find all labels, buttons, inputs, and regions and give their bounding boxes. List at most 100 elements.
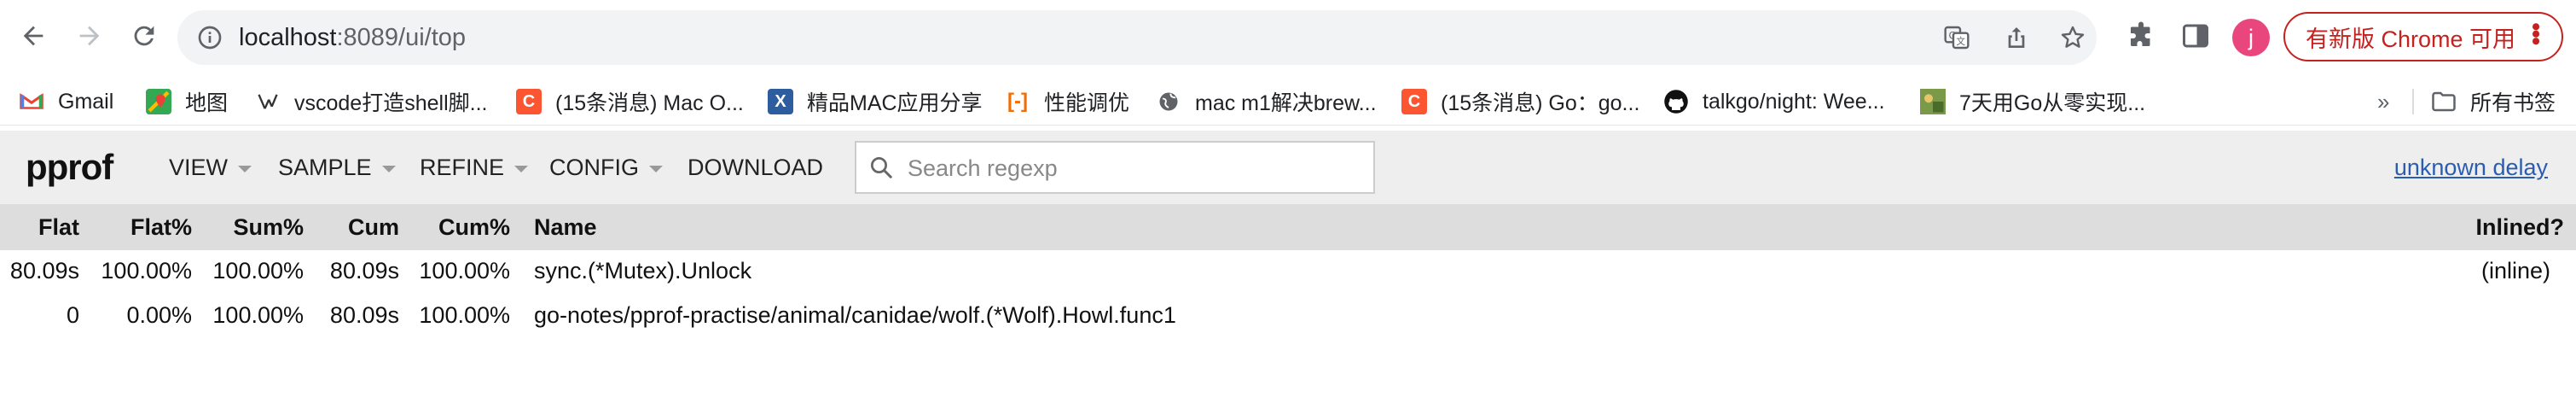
table-row[interactable]: 80.09s 100.00% 100.00% 80.09s 100.00% sy… <box>0 248 2576 293</box>
caret-down-icon <box>514 165 529 172</box>
bookmark-vscode-shell[interactable]: vscode打造shell脚... <box>255 79 487 125</box>
globe-icon <box>1156 89 1181 114</box>
search-icon <box>871 157 892 178</box>
url-path: :8089/ui/top <box>336 24 467 51</box>
cell-flat: 80.09s <box>9 258 79 283</box>
cell-name: sync.(*Mutex).Unlock <box>534 258 752 283</box>
table-row[interactable]: 0 0.00% 100.00% 80.09s 100.00% go-notes/… <box>0 293 2576 337</box>
table-header: Flat Flat% Sum% Cum Cum% Name Inlined? <box>0 204 2576 250</box>
bookmark-label: 地图 <box>185 91 229 115</box>
site-info-icon[interactable] <box>196 24 223 51</box>
gmail-icon <box>19 89 44 114</box>
more-bookmarks-button[interactable]: » <box>2377 79 2389 125</box>
search-box <box>855 141 1375 194</box>
cell-cum-pct: 100.00% <box>419 302 510 328</box>
caret-down-icon <box>381 165 396 172</box>
translate-icon[interactable]: G 文 <box>1943 24 1970 51</box>
url-text[interactable]: localhost:8089/ui/top <box>239 10 466 65</box>
cell-flat-pct: 100.00% <box>101 258 192 283</box>
forward-button[interactable] <box>70 16 109 56</box>
back-button[interactable] <box>14 16 53 56</box>
menu-refine[interactable]: REFINE <box>420 131 529 204</box>
search-input[interactable] <box>906 143 1370 194</box>
bookmarks-bar: Gmail 地图 vscode打造shell脚... C (15条消息) Mac … <box>0 79 2576 126</box>
back-arrow-icon <box>23 26 44 46</box>
share-icon[interactable] <box>2003 24 2030 51</box>
cell-cum: 80.09s <box>329 302 399 328</box>
perf-icon: [-] <box>1007 90 1028 113</box>
cell-flat-pct: 0.00% <box>126 302 192 328</box>
pprof-logo: pprof <box>26 147 113 187</box>
svg-text:文: 文 <box>1956 36 1965 47</box>
bookmark-label: 性能调优 <box>1044 91 1130 115</box>
cell-sum-pct: 100.00% <box>212 258 304 283</box>
bookmark-label: mac m1解决brew... <box>1195 91 1377 115</box>
update-chrome-label: 有新版 Chrome 可用 <box>2306 26 2516 52</box>
csdn-icon: C <box>516 89 542 114</box>
bookmark-csdn-mac[interactable]: C (15条消息) Mac O... <box>516 79 744 125</box>
all-bookmarks-label: 所有书签 <box>2470 91 2556 115</box>
header-inlined[interactable]: Inlined? <box>2476 204 2565 250</box>
header-flat[interactable]: Flat <box>38 204 79 250</box>
bookmark-maps[interactable]: 地图 <box>146 79 228 125</box>
more-vert-icon[interactable]: ••• <box>2521 22 2550 44</box>
reload-icon <box>134 26 154 46</box>
header-name[interactable]: Name <box>534 204 597 250</box>
cell-sum-pct: 100.00% <box>212 302 304 328</box>
bookmark-label: Gmail <box>58 89 114 114</box>
header-cum[interactable]: Cum <box>348 204 399 250</box>
mac-app-icon: X <box>768 89 793 114</box>
all-bookmarks-button[interactable]: 所有书签 <box>2431 79 2556 125</box>
bookmark-label: 精品MAC应用分享 <box>807 91 983 115</box>
bookmark-label: (15条消息) Go：go... <box>1441 91 1640 115</box>
menu-view-label: VIEW <box>169 155 229 180</box>
cell-cum: 80.09s <box>329 258 399 283</box>
menu-config[interactable]: CONFIG <box>549 131 663 204</box>
bookmark-7days-go[interactable]: 7天用Go从零实现... <box>1920 79 2145 125</box>
cell-inlined: (inline) <box>2480 258 2550 283</box>
bookmark-label: vscode打造shell脚... <box>294 91 488 115</box>
browser-toolbar: localhost:8089/ui/top G 文 j 有新版 Chrome 可… <box>0 0 2576 75</box>
bookmark-label: (15条消息) Mac O... <box>555 91 744 115</box>
profile-avatar[interactable]: j <box>2232 19 2270 56</box>
pprof-header: pprof VIEW SAMPLE REFINE CONFIG DOWNLOAD… <box>0 131 2576 204</box>
bookmark-csdn-go[interactable]: C (15条消息) Go：go... <box>1401 79 1639 125</box>
bookmark-star-icon[interactable] <box>2059 24 2086 51</box>
address-bar[interactable]: localhost:8089/ui/top G 文 <box>177 10 2097 65</box>
caret-down-icon <box>649 165 663 172</box>
url-host: localhost <box>239 24 337 51</box>
bookmark-label: talkgo/night: Wee... <box>1703 89 1885 114</box>
cell-cum-pct: 100.00% <box>419 258 510 283</box>
header-sum-pct[interactable]: Sum% <box>233 204 304 250</box>
bookmark-gmail[interactable]: Gmail <box>19 79 113 125</box>
side-panel-icon[interactable] <box>2180 20 2211 51</box>
menu-config-label: CONFIG <box>549 155 639 180</box>
header-cum-pct[interactable]: Cum% <box>438 204 510 250</box>
caret-down-icon <box>238 165 252 172</box>
maps-icon <box>146 89 171 114</box>
image-thumb-icon <box>1920 89 1946 114</box>
update-chrome-button[interactable]: 有新版 Chrome 可用 ••• <box>2283 12 2563 61</box>
csdn-icon: C <box>1401 89 1427 114</box>
menu-sample[interactable]: SAMPLE <box>278 131 396 204</box>
cell-name: go-notes/pprof-practise/animal/canidae/w… <box>534 302 1176 328</box>
menu-view[interactable]: VIEW <box>169 131 252 204</box>
header-flat-pct[interactable]: Flat% <box>131 204 192 250</box>
bookmarks-divider <box>2412 89 2414 114</box>
github-icon <box>1663 89 1689 114</box>
bookmark-talkgo[interactable]: talkgo/night: Wee... <box>1663 79 1885 125</box>
menu-refine-label: REFINE <box>420 155 505 180</box>
bookmark-perf[interactable]: [-] 性能调优 <box>1005 79 1129 125</box>
vscode-bookmark-icon <box>255 89 281 114</box>
bookmark-label: 7天用Go从零实现... <box>1959 91 2146 115</box>
menu-download[interactable]: DOWNLOAD <box>688 131 823 204</box>
forward-arrow-icon <box>79 26 100 46</box>
unknown-delay-link[interactable]: unknown delay <box>2394 131 2548 204</box>
menu-sample-label: SAMPLE <box>278 155 372 180</box>
bookmark-brew[interactable]: mac m1解决brew... <box>1156 79 1377 125</box>
reload-button[interactable] <box>125 16 164 56</box>
extensions-icon[interactable] <box>2126 20 2156 51</box>
folder-icon <box>2431 89 2457 114</box>
cell-flat: 0 <box>66 302 79 328</box>
bookmark-mac-app[interactable]: X 精品MAC应用分享 <box>768 79 983 125</box>
